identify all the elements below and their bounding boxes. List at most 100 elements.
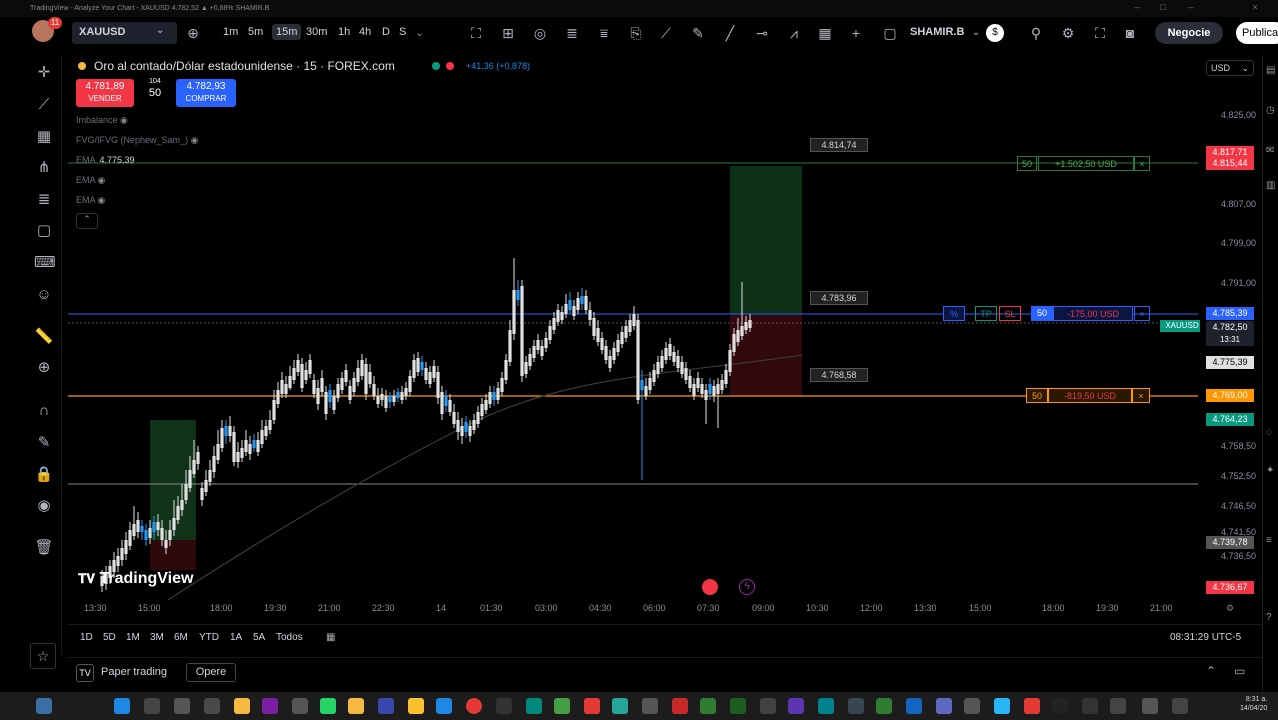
trash-icon[interactable]: 🗑 — [34, 538, 54, 558]
range-ytd[interactable]: YTD — [199, 632, 219, 643]
tradingview-icon[interactable] — [1082, 698, 1098, 714]
watchlist-star-icon[interactable]: ☆ — [30, 643, 56, 669]
app-icon[interactable] — [234, 698, 250, 714]
timeframe-15m[interactable]: 15m — [272, 24, 302, 40]
indicators-icon[interactable]: ⊞ — [498, 23, 518, 43]
news-icon[interactable]: ✉ — [1266, 145, 1278, 157]
grid-icon[interactable]: ▦ — [815, 23, 835, 43]
folder-icon[interactable] — [408, 698, 424, 714]
symbol-search[interactable]: XAUUSD ⌄ — [72, 22, 177, 44]
target-icon[interactable]: ◎ — [530, 23, 550, 43]
crosshair-icon[interactable]: ✛ — [34, 63, 54, 83]
ruler-icon[interactable]: 📏 — [34, 327, 54, 347]
timeframe-d[interactable]: D — [382, 26, 390, 38]
pattern-icon[interactable]: ⩸ — [594, 23, 614, 43]
app-icon[interactable] — [906, 698, 922, 714]
chrome-icon[interactable] — [466, 698, 482, 714]
app-icon[interactable] — [876, 698, 892, 714]
trend-line-icon[interactable]: ╱ — [720, 23, 740, 43]
buy-button[interactable]: 4.782,93 COMPRAR — [176, 79, 236, 107]
app-icon[interactable] — [436, 698, 452, 714]
sl-qty[interactable]: 50 — [1026, 388, 1048, 403]
timeframe-dropdown-icon[interactable]: ⌄ — [415, 26, 424, 39]
app-icon[interactable] — [700, 698, 716, 714]
app-icon[interactable] — [848, 698, 864, 714]
timeframe-s[interactable]: S — [399, 26, 406, 38]
app-icon[interactable] — [292, 698, 308, 714]
rectangle-icon[interactable]: ▢ — [34, 221, 54, 241]
range-1d[interactable]: 1D — [80, 632, 93, 643]
range-1a[interactable]: 1A — [230, 632, 242, 643]
publish-button[interactable]: Publica — [1236, 22, 1278, 44]
eye-icon[interactable]: ◉ — [98, 175, 106, 185]
range-all[interactable]: Todos — [276, 632, 303, 643]
app-icon[interactable] — [818, 698, 834, 714]
sl-close-icon[interactable]: × — [1132, 388, 1150, 403]
chevron-up-icon[interactable]: ⌃ — [1206, 664, 1216, 678]
app-icon[interactable] — [526, 698, 542, 714]
range-5a[interactable]: 5A — [253, 632, 265, 643]
fib-icon[interactable]: ≣ — [34, 190, 54, 210]
maximize-icon[interactable]: □ — [1158, 2, 1168, 12]
tp-close-icon[interactable]: × — [1134, 156, 1150, 171]
windows-start-icon[interactable] — [114, 698, 130, 714]
clock[interactable]: 08:31:29 UTC-5 — [1170, 632, 1241, 643]
app-icon[interactable] — [204, 698, 220, 714]
app-icon[interactable] — [348, 698, 364, 714]
minimize-icon[interactable]: – — [1132, 2, 1142, 12]
timeframe-30m[interactable]: 30m — [306, 26, 327, 38]
eye-icon[interactable]: ◉ — [98, 195, 106, 205]
alerts-icon[interactable]: ◷ — [1266, 105, 1278, 117]
telegram-icon[interactable] — [994, 698, 1010, 714]
range-1m[interactable]: 1M — [126, 632, 140, 643]
user-name[interactable]: SHAMIR.B — [910, 26, 964, 38]
text-icon[interactable]: ⌨ — [34, 253, 56, 273]
dollar-icon[interactable]: $ — [986, 24, 1004, 42]
chevron-down-icon[interactable]: ⌄ — [966, 23, 986, 43]
horizontal-ray-icon[interactable]: ⊸ — [752, 23, 772, 43]
paper-trading-label[interactable]: Paper trading — [101, 666, 167, 678]
camera-icon[interactable]: ◙ — [1120, 23, 1140, 43]
range-6m[interactable]: 6M — [174, 632, 188, 643]
lightning-icon[interactable]: ϟ — [739, 579, 755, 595]
price-axis[interactable]: USD ⌄ 4.825,00 4.807,00 4.799,00 4.791,0… — [1200, 55, 1260, 600]
currency-selector[interactable]: USD ⌄ — [1206, 60, 1254, 76]
gear-icon[interactable]: ⚙ — [1058, 23, 1078, 43]
eye-icon[interactable]: ◉ — [120, 115, 128, 125]
search-icon[interactable] — [144, 698, 160, 714]
search-icon[interactable]: ⚲ — [1026, 23, 1046, 43]
discord-icon[interactable] — [936, 698, 952, 714]
collapse-legend-icon[interactable]: ⌃ — [76, 213, 98, 229]
tray-overflow-icon[interactable] — [1172, 698, 1188, 714]
entry-sl[interactable]: SL — [999, 306, 1021, 321]
indicator-ema-3[interactable]: EMA ◉ — [76, 195, 105, 206]
chart-canvas[interactable] — [68, 55, 1198, 600]
range-3m[interactable]: 3M — [150, 632, 164, 643]
range-5d[interactable]: 5D — [103, 632, 116, 643]
calendar-icon[interactable]: ▦ — [326, 632, 335, 643]
app-icon[interactable] — [730, 698, 746, 714]
add-symbol-icon[interactable]: ⊕ — [183, 23, 203, 43]
indicator-ema-1[interactable]: EMA 4.775,39 — [76, 155, 135, 165]
note-icon[interactable]: ⎘ — [626, 23, 646, 43]
gear-icon[interactable] — [1142, 698, 1158, 714]
fib-icon[interactable]: ≣ — [562, 23, 582, 43]
pitchfork-icon[interactable]: ⋔ — [34, 158, 54, 178]
watchlist-icon[interactable]: ▤ — [1266, 65, 1278, 77]
menu-icon[interactable]: ≡ — [1266, 535, 1278, 547]
app-icon[interactable] — [672, 698, 688, 714]
eye-icon[interactable]: ◉ — [34, 496, 54, 516]
layout-icon[interactable]: ▢ — [880, 23, 900, 43]
timeframe-5m[interactable]: 5m — [248, 26, 263, 38]
magnet-icon[interactable]: ∩ — [34, 401, 54, 421]
youtube-icon[interactable] — [584, 698, 600, 714]
sell-button[interactable]: 4.781,89 VENDER — [76, 79, 134, 107]
trend-line-icon[interactable]: ⟋ — [34, 95, 54, 115]
chart-type-icon[interactable]: ⛶ — [466, 23, 486, 43]
path-icon[interactable]: ⩘ — [784, 23, 804, 43]
app-icon[interactable] — [496, 698, 512, 714]
entry-qty[interactable]: 50 — [1031, 306, 1053, 321]
measure-icon[interactable]: ⟋ — [656, 23, 676, 43]
ideas-icon[interactable]: ✦ — [1266, 465, 1278, 477]
lock-icon[interactable]: 🔒 — [34, 465, 54, 485]
